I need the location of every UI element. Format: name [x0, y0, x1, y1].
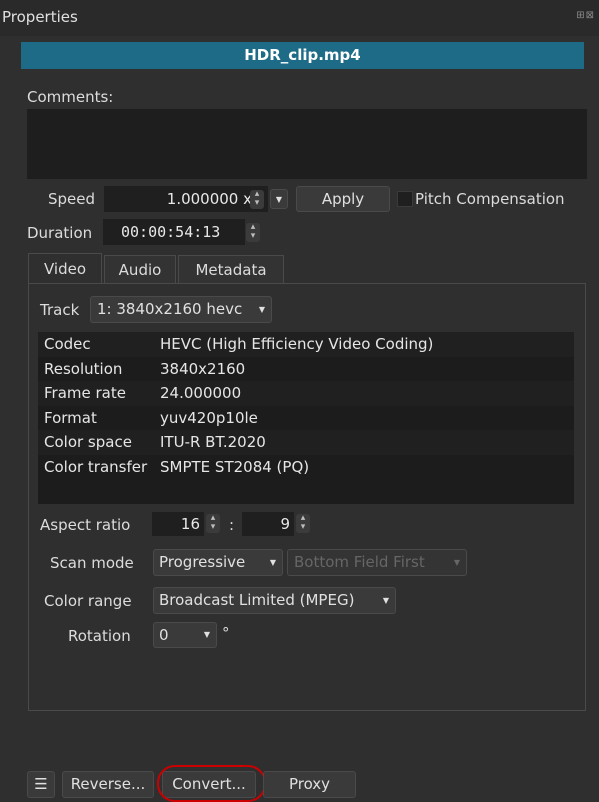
comments-input[interactable]	[27, 109, 587, 179]
chevron-down-icon: ▼	[453, 558, 460, 567]
table-row: Format yuv420p10le	[38, 406, 574, 431]
comments-label: Comments:	[27, 88, 114, 106]
info-key: Frame rate	[44, 384, 126, 402]
hamburger-menu-icon: ☰	[34, 775, 48, 793]
media-info-table: Codec HEVC (High Efficiency Video Coding)…	[38, 332, 574, 504]
rotation-label: Rotation	[68, 627, 131, 645]
table-row: Frame rate 24.000000	[38, 381, 574, 406]
info-key: Format	[44, 408, 97, 427]
info-key: Codec	[44, 335, 91, 353]
info-value: HEVC (High Efficiency Video Coding)	[160, 335, 434, 353]
speed-label: Speed	[48, 190, 96, 208]
chevron-down-icon: ▼	[258, 305, 265, 314]
table-row: Resolution 3840x2160	[38, 357, 574, 382]
field-order-dropdown: Bottom Field First ▼	[287, 549, 467, 576]
info-key: Color transfer	[44, 457, 148, 476]
field-order-value: Bottom Field First	[294, 553, 425, 571]
chevron-down-icon: ▼	[203, 630, 210, 639]
info-value: ITU-R BT.2020	[160, 433, 266, 451]
filename-header: HDR_clip.mp4	[21, 42, 584, 69]
reverse-button[interactable]: Reverse...	[62, 771, 154, 798]
info-value: 24.000000	[160, 384, 242, 402]
aspect-denominator-field[interactable]: 9	[242, 512, 294, 536]
table-row: Color transfer SMPTE ST2084 (PQ)	[38, 455, 574, 480]
proxy-button[interactable]: Proxy	[263, 771, 356, 798]
info-value: 3840x2160	[160, 359, 246, 378]
rotation-unit: °	[222, 624, 230, 642]
duration-field[interactable]: 00:00:54:13	[103, 219, 245, 245]
scan-mode-value: Progressive	[159, 553, 246, 571]
scan-mode-dropdown[interactable]: Progressive ▼	[153, 549, 283, 576]
aspect-numerator-field[interactable]: 16	[152, 512, 204, 536]
aspect-numerator-spin-icon[interactable]: ▴ ▾	[206, 514, 220, 533]
color-range-label: Color range	[44, 592, 132, 610]
speed-preset-dropdown[interactable]: ▼	[270, 189, 288, 209]
chevron-down-icon: ▼	[269, 558, 276, 567]
title-bar	[0, 0, 599, 36]
track-value: 1: 3840x2160 hevc	[97, 300, 243, 318]
duration-label: Duration	[27, 224, 93, 242]
color-range-dropdown[interactable]: Broadcast Limited (MPEG) ▼	[153, 587, 396, 614]
tab-video[interactable]: Video	[28, 253, 102, 283]
speed-spin-icon[interactable]: ▴ ▾	[250, 190, 264, 209]
info-value: yuv420p10le	[160, 408, 258, 427]
menu-button[interactable]: ☰	[27, 771, 55, 798]
aspect-ratio-label: Aspect ratio	[40, 516, 131, 534]
table-row: Color space ITU-R BT.2020	[38, 430, 574, 455]
rotation-dropdown[interactable]: 0 ▼	[153, 622, 217, 648]
apply-button[interactable]: Apply	[296, 186, 390, 212]
info-key: Color space	[44, 433, 132, 451]
table-row: Codec HEVC (High Efficiency Video Coding)	[38, 332, 574, 357]
tab-audio[interactable]: Audio	[104, 255, 176, 283]
info-key: Resolution	[44, 359, 123, 378]
track-dropdown[interactable]: 1: 3840x2160 hevc ▼	[90, 296, 272, 323]
convert-highlight-annotation	[157, 765, 266, 802]
window-title: Properties	[2, 8, 78, 26]
pitch-compensation-label: Pitch Compensation	[415, 190, 565, 208]
speed-field[interactable]: 1.000000 x	[104, 186, 268, 212]
chevron-down-icon: ▼	[382, 596, 389, 605]
chevron-down-icon: ▼	[275, 195, 283, 204]
pitch-compensation-checkbox[interactable]	[397, 191, 413, 207]
tab-metadata[interactable]: Metadata	[178, 255, 284, 283]
dock-float-close-icons[interactable]: ⊞⊠	[576, 10, 595, 21]
aspect-separator: :	[229, 516, 235, 534]
track-label: Track	[40, 301, 80, 319]
scan-mode-label: Scan mode	[50, 554, 134, 572]
color-range-value: Broadcast Limited (MPEG)	[159, 591, 355, 609]
rotation-value: 0	[159, 626, 169, 644]
aspect-denominator-spin-icon[interactable]: ▴ ▾	[296, 514, 310, 533]
info-value: SMPTE ST2084 (PQ)	[160, 457, 310, 476]
duration-spin-icon[interactable]: ▴ ▾	[246, 223, 260, 242]
